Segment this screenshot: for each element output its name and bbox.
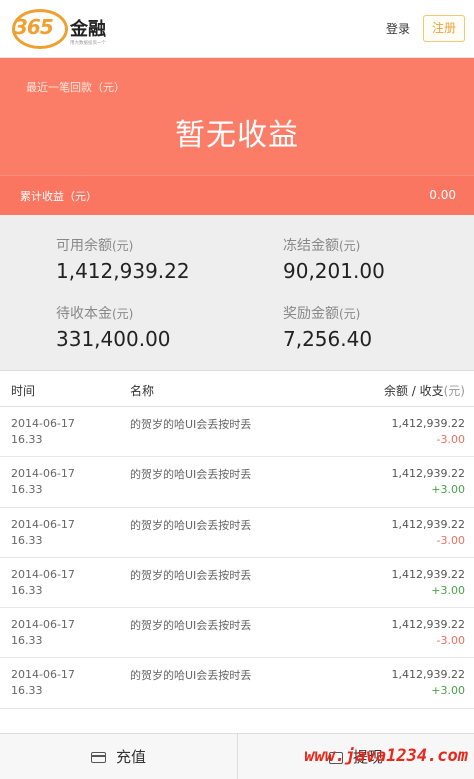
pending-principal-label: 待收本金 xyxy=(56,306,112,322)
transactions-list: 2014-06-17 16.33 的贺岁的哈UI会丢按时丢 1,412,939.2… xyxy=(0,407,474,709)
row-change: -3.00 xyxy=(436,634,465,648)
row-change: +3.00 xyxy=(431,684,465,698)
row-time: 16.33 xyxy=(11,583,43,597)
table-row[interactable]: 2014-06-17 16.33 的贺岁的哈UI会丢按时丢 1,412,939.2… xyxy=(0,658,474,709)
row-change: +3.00 xyxy=(431,483,465,497)
column-header-balance-label: 余额 / 收支 xyxy=(383,384,444,398)
row-amounts: 1,412,939.22 +3.00 xyxy=(392,567,465,599)
reward-amount-value: 7,256.40 xyxy=(283,327,373,351)
row-name: 的贺岁的哈UI会丢按时丢 xyxy=(130,568,252,582)
row-change: +3.00 xyxy=(431,583,465,597)
logo-tagline: 用大数据投资一个 xyxy=(70,40,107,46)
frozen-amount: 冻结金额(元) 90,201.00 xyxy=(283,235,385,283)
app-header: 365 金融 用大数据投资一个 登录 注册 xyxy=(0,0,474,58)
table-row[interactable]: 2014-06-17 16.33 的贺岁的哈UI会丢按时丢 1,412,939.2… xyxy=(0,557,474,609)
recharge-button[interactable]: 充值 xyxy=(0,734,237,779)
reward-amount-label: 奖励金额 xyxy=(283,306,339,322)
row-time: 16.33 xyxy=(11,433,43,446)
row-datetime: 2014-06-17 16.33 xyxy=(11,466,75,498)
row-amounts: 1,412,939.22 +3.00 xyxy=(392,466,465,498)
column-header-time: 时间 xyxy=(11,384,36,398)
cumulative-earnings-value: 0.00 xyxy=(429,188,456,202)
reward-amount: 奖励金额(元) 7,256.40 xyxy=(283,303,372,351)
unit-label: (元) xyxy=(443,384,465,398)
row-datetime: 2014-06-17 16.33 xyxy=(11,667,75,699)
recharge-label: 充值 xyxy=(115,748,146,766)
row-name: 的贺岁的哈UI会丢按时丢 xyxy=(130,619,252,633)
available-balance-value: 1,412,939.22 xyxy=(56,259,190,283)
row-balance: 1,412,939.22 xyxy=(391,517,465,531)
earnings-panel: 最近一笔回款（元） 暂无收益 累计收益（元） 0.00 xyxy=(0,58,474,215)
earnings-status: 暂无收益 xyxy=(175,118,299,153)
row-time: 16.33 xyxy=(11,634,43,648)
available-balance-label: 可用余额 xyxy=(56,238,112,254)
row-date: 2014-06-17 xyxy=(11,417,75,430)
unit-label: (元) xyxy=(339,239,361,253)
row-balance: 1,412,939.22 xyxy=(391,668,465,682)
row-balance: 1,412,939.22 xyxy=(391,417,465,430)
row-change: -3.00 xyxy=(436,433,465,446)
row-time: 16.33 xyxy=(11,483,43,497)
card-icon xyxy=(90,752,106,763)
row-balance: 1,412,939.22 xyxy=(391,567,465,581)
row-balance: 1,412,939.22 xyxy=(391,618,465,632)
logo[interactable]: 365 金融 用大数据投资一个 xyxy=(8,9,118,49)
row-change: -3.00 xyxy=(436,533,465,547)
logo-text: 金融 xyxy=(70,19,106,40)
table-row[interactable]: 2014-06-17 16.33 的贺岁的哈UI会丢按时丢 1,412,939.2… xyxy=(0,507,474,558)
pending-principal: 待收本金(元) 331,400.00 xyxy=(56,303,171,351)
register-button[interactable]: 注册 xyxy=(423,15,465,42)
column-header-name: 名称 xyxy=(130,384,155,398)
row-amounts: 1,412,939.22 -3.00 xyxy=(392,517,465,549)
row-name: 的贺岁的哈UI会丢按时丢 xyxy=(130,669,252,683)
available-balance: 可用余额(元) 1,412,939.22 xyxy=(56,235,190,283)
row-name: 的贺岁的哈UI会丢按时丢 xyxy=(130,518,252,532)
unit-label: (元) xyxy=(112,307,134,321)
row-time: 16.33 xyxy=(11,533,43,547)
table-row[interactable]: 2014-06-17 16.33 的贺岁的哈UI会丢按时丢 1,412,939.2… xyxy=(0,608,474,659)
table-row[interactable]: 2014-06-17 16.33 的贺岁的哈UI会丢按时丢 1,412,939.2… xyxy=(0,407,474,458)
row-datetime: 2014-06-17 16.33 xyxy=(11,617,75,649)
row-amounts: 1,412,939.22 -3.00 xyxy=(392,416,465,448)
frozen-amount-label: 冻结金额 xyxy=(283,238,339,254)
row-datetime: 2014-06-17 16.33 xyxy=(11,567,75,599)
row-date: 2014-06-17 xyxy=(11,668,75,682)
unit-label: (元) xyxy=(112,239,134,253)
row-datetime: 2014-06-17 16.33 xyxy=(11,517,75,549)
frozen-amount-value: 90,201.00 xyxy=(283,259,385,283)
row-date: 2014-06-17 xyxy=(11,567,75,581)
login-link[interactable]: 登录 xyxy=(386,20,410,37)
pending-principal-value: 331,400.00 xyxy=(56,327,171,351)
row-date: 2014-06-17 xyxy=(11,467,75,481)
row-amounts: 1,412,939.22 -3.00 xyxy=(392,617,465,649)
cumulative-earnings-row: 累计收益（元） 0.00 xyxy=(0,175,474,215)
transactions-header: 时间 名称 余额 / 收支(元) xyxy=(0,371,474,407)
balance-summary: 可用余额(元) 1,412,939.22 冻结金额(元) 90,201.00 待… xyxy=(0,215,474,371)
watermark: www.java1234.com xyxy=(304,746,468,766)
unit-label: (元) xyxy=(339,307,361,321)
table-row[interactable]: 2014-06-17 16.33 的贺岁的哈UI会丢按时丢 1,412,939.2… xyxy=(0,457,474,508)
row-time: 16.33 xyxy=(11,684,43,698)
row-datetime: 2014-06-17 16.33 xyxy=(11,416,75,448)
row-date: 2014-06-17 xyxy=(11,517,75,531)
row-name: 的贺岁的哈UI会丢按时丢 xyxy=(130,468,252,482)
column-header-balance: 余额 / 收支(元) xyxy=(384,382,465,399)
row-amounts: 1,412,939.22 +3.00 xyxy=(392,667,465,699)
recent-payment-label: 最近一笔回款（元） xyxy=(26,81,125,94)
row-name: 的贺岁的哈UI会丢按时丢 xyxy=(130,418,252,431)
logo-number: 365 xyxy=(14,15,54,39)
row-balance: 1,412,939.22 xyxy=(391,467,465,481)
cumulative-earnings-label: 累计收益（元） xyxy=(20,190,97,203)
row-date: 2014-06-17 xyxy=(11,618,75,632)
